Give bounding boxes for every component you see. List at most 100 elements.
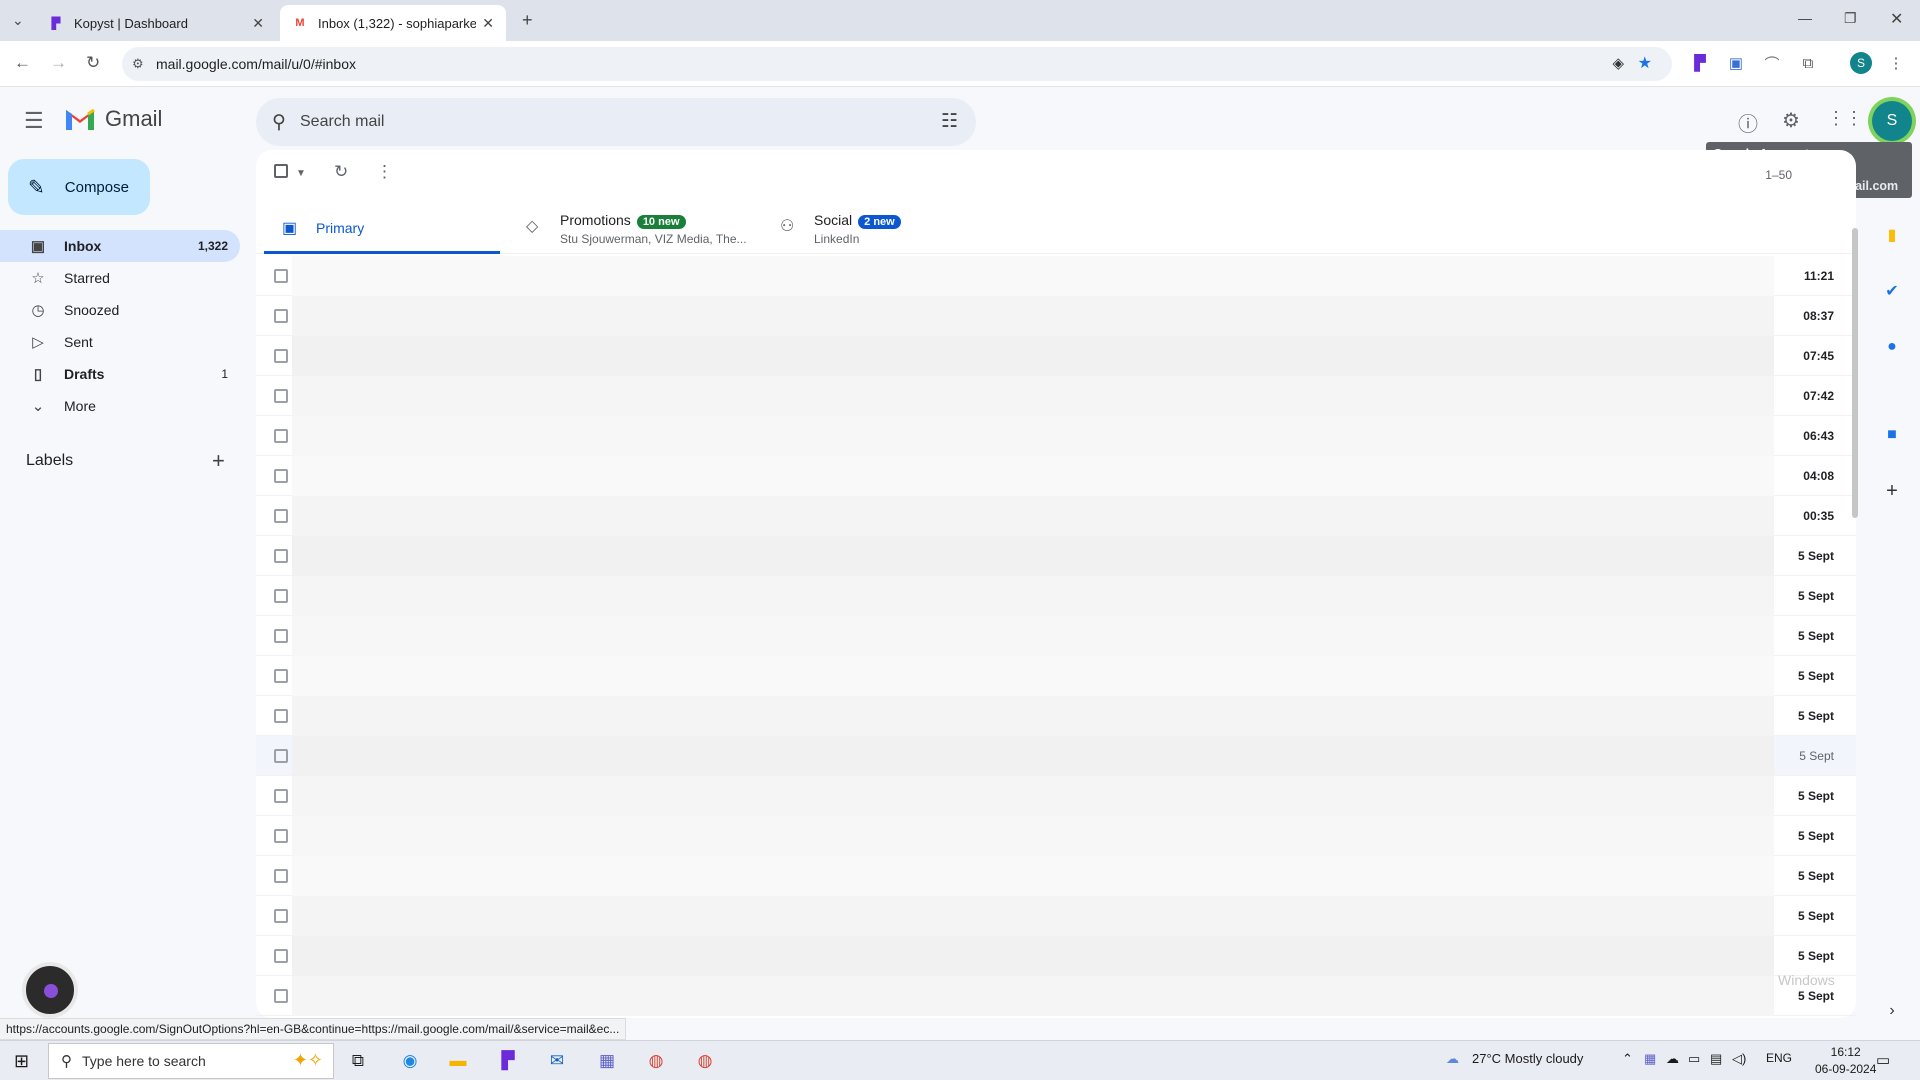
battery-icon[interactable]: ▭ xyxy=(1688,1051,1700,1067)
email-content-redacted[interactable] xyxy=(292,376,1774,416)
table-row[interactable]: 07:45 xyxy=(256,336,1856,376)
row-checkbox[interactable] xyxy=(274,629,288,643)
reload-icon[interactable]: ↻ xyxy=(86,53,100,73)
weather-text[interactable]: 27°C Mostly cloudy xyxy=(1472,1051,1583,1066)
windows-start-icon[interactable]: ⊞ xyxy=(14,1051,29,1072)
network-icon[interactable]: ▤ xyxy=(1710,1051,1722,1067)
email-content-redacted[interactable] xyxy=(292,296,1774,336)
email-content-redacted[interactable] xyxy=(292,656,1774,696)
row-checkbox[interactable] xyxy=(274,989,288,1003)
browser-tab-kopyst[interactable]: ▛ Kopyst | Dashboard ✕ xyxy=(36,5,276,41)
table-row[interactable]: 5 Sept xyxy=(256,776,1856,816)
row-checkbox[interactable] xyxy=(274,509,288,523)
table-row[interactable]: 5 Sept xyxy=(256,536,1856,576)
table-row[interactable]: 5 Sept xyxy=(256,976,1856,1016)
email-content-redacted[interactable] xyxy=(292,456,1774,496)
sidebar-item-snoozed[interactable]: ◷ Snoozed xyxy=(0,294,240,326)
back-icon[interactable]: ← xyxy=(14,53,31,73)
volume-icon[interactable]: ◁) xyxy=(1732,1051,1746,1067)
teams-icon[interactable]: ▦ xyxy=(593,1047,621,1075)
tab-primary[interactable]: ▣ Primary xyxy=(264,202,500,254)
url-field[interactable]: ⚙ mail.google.com/mail/u/0/#inbox ◈ ★ xyxy=(122,47,1672,81)
email-content-redacted[interactable] xyxy=(292,576,1774,616)
sidebar-item-more[interactable]: ⌄ More xyxy=(0,390,240,422)
row-checkbox[interactable] xyxy=(274,789,288,803)
weather-icon[interactable]: ☁ xyxy=(1446,1051,1459,1067)
row-checkbox[interactable] xyxy=(274,549,288,563)
tab-search-icon[interactable]: ⌄ xyxy=(12,12,24,29)
browser-profile-avatar[interactable]: S xyxy=(1850,52,1872,74)
lens-icon[interactable]: ◈ xyxy=(1612,47,1624,81)
google-account-avatar[interactable]: S xyxy=(1872,101,1912,141)
kopyst-extension-icon[interactable]: ▛ xyxy=(1690,53,1710,73)
email-content-redacted[interactable] xyxy=(292,816,1774,856)
extension-icon[interactable]: ▣ xyxy=(1726,53,1746,73)
kopyst-app-icon[interactable]: ▛ xyxy=(494,1047,522,1075)
help-icon[interactable]: ⓘ xyxy=(1738,108,1758,137)
chrome-icon[interactable]: ◍ xyxy=(642,1047,670,1075)
row-checkbox[interactable] xyxy=(274,269,288,283)
search-options-icon[interactable]: ☷ xyxy=(941,110,958,133)
sidebar-item-inbox[interactable]: ▣ Inbox 1,322 xyxy=(0,230,240,262)
task-view-icon[interactable]: ⧉ xyxy=(344,1047,372,1075)
email-content-redacted[interactable] xyxy=(292,696,1774,736)
site-info-icon[interactable]: ⚙ xyxy=(132,47,144,81)
tasks-icon[interactable]: ✔ xyxy=(1879,278,1905,304)
forward-icon[interactable]: → xyxy=(50,53,67,73)
email-content-redacted[interactable] xyxy=(292,856,1774,896)
row-checkbox[interactable] xyxy=(274,869,288,883)
table-row[interactable]: 5 Sept xyxy=(256,736,1856,776)
new-tab-button[interactable]: + xyxy=(522,10,533,31)
sidebar-item-sent[interactable]: ▷ Sent xyxy=(0,326,240,358)
contacts-icon[interactable]: ● xyxy=(1879,334,1905,360)
select-dropdown-icon[interactable]: ▼ xyxy=(296,168,306,179)
email-content-redacted[interactable] xyxy=(292,936,1774,976)
table-row[interactable]: 5 Sept xyxy=(256,656,1856,696)
browser-tab-gmail[interactable]: M Inbox (1,322) - sophiaparker14 ✕ xyxy=(280,5,506,41)
row-checkbox[interactable] xyxy=(274,349,288,363)
table-row[interactable]: 04:08 xyxy=(256,456,1856,496)
edge-icon[interactable]: ◉ xyxy=(396,1047,424,1075)
file-explorer-icon[interactable]: ▬ xyxy=(444,1047,472,1075)
table-row[interactable]: 07:42 xyxy=(256,376,1856,416)
main-menu-icon[interactable]: ☰ xyxy=(24,108,44,134)
table-row[interactable]: 11:21 xyxy=(256,256,1856,296)
email-content-redacted[interactable] xyxy=(292,896,1774,936)
onedrive-icon[interactable]: ☁ xyxy=(1666,1051,1679,1067)
search-bar[interactable]: ⚲ ☷ xyxy=(256,98,976,146)
minimize-icon[interactable]: — xyxy=(1798,10,1812,26)
table-row[interactable]: 5 Sept xyxy=(256,616,1856,656)
sidebar-item-starred[interactable]: ☆ Starred xyxy=(0,262,240,294)
search-input[interactable] xyxy=(300,98,900,146)
email-content-redacted[interactable] xyxy=(292,976,1774,1016)
table-row[interactable]: 5 Sept xyxy=(256,856,1856,896)
close-window-icon[interactable]: ✕ xyxy=(1890,9,1903,29)
row-checkbox[interactable] xyxy=(274,429,288,443)
hide-side-panel-icon[interactable]: › xyxy=(1879,998,1905,1024)
table-row[interactable]: 06:43 xyxy=(256,416,1856,456)
email-content-redacted[interactable] xyxy=(292,416,1774,456)
table-row[interactable]: 5 Sept xyxy=(256,576,1856,616)
notifications-icon[interactable]: ▭ xyxy=(1876,1051,1890,1069)
taskbar-search[interactable]: ⚲ Type here to search ✦✧ xyxy=(48,1043,334,1079)
mail-app-icon[interactable]: ✉ xyxy=(543,1047,571,1075)
row-checkbox[interactable] xyxy=(274,389,288,403)
email-content-redacted[interactable] xyxy=(292,536,1774,576)
table-row[interactable]: 08:37 xyxy=(256,296,1856,336)
row-checkbox[interactable] xyxy=(274,709,288,723)
email-content-redacted[interactable] xyxy=(292,336,1774,376)
teams-tray-icon[interactable]: ▦ xyxy=(1644,1051,1656,1067)
tab-promotions[interactable]: ◇ Promotions 10 new Stu Sjouwerman, VIZ M… xyxy=(508,202,754,254)
email-content-redacted[interactable] xyxy=(292,496,1774,536)
extension-icon[interactable]: ⌒ xyxy=(1762,53,1782,73)
search-icon[interactable]: ⚲ xyxy=(272,111,286,134)
table-row[interactable]: 5 Sept xyxy=(256,896,1856,936)
table-row[interactable]: 5 Sept xyxy=(256,696,1856,736)
show-hidden-icons[interactable]: ⌃ xyxy=(1622,1051,1633,1067)
row-checkbox[interactable] xyxy=(274,949,288,963)
table-row[interactable]: 5 Sept xyxy=(256,936,1856,976)
floating-record-button[interactable] xyxy=(22,962,78,1018)
get-addons-icon[interactable]: + xyxy=(1879,478,1905,504)
email-content-redacted[interactable] xyxy=(292,256,1774,296)
chrome-icon[interactable]: ◍ xyxy=(691,1047,719,1075)
